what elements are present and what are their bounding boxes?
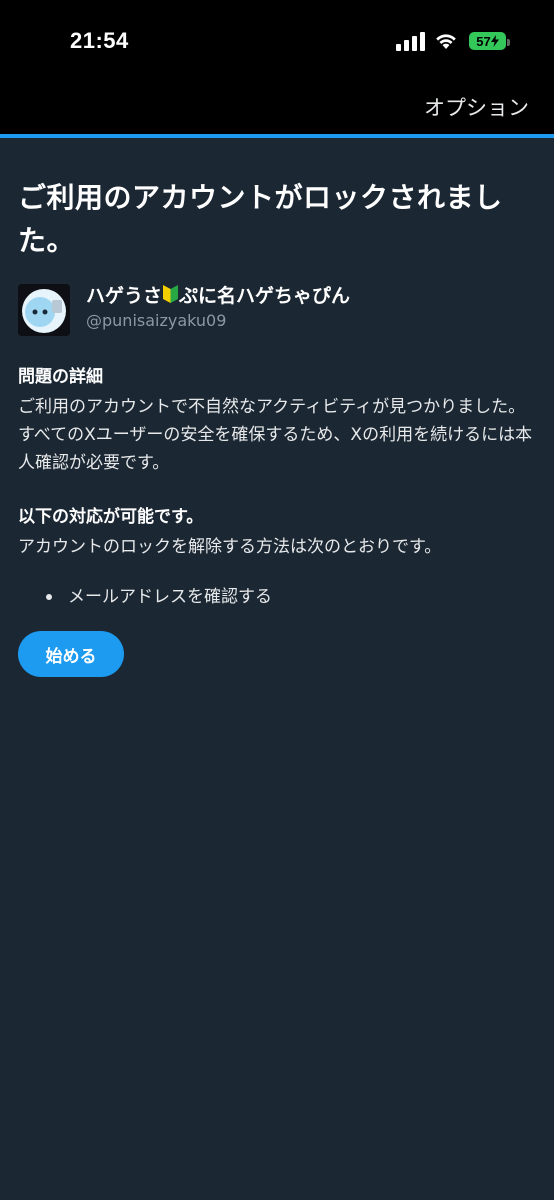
battery-level: 57 (476, 33, 491, 49)
page-title: ご利用のアカウントがロックされました。 (18, 181, 503, 257)
account-card: ハゲうさ ぷに名ハゲちゃぴん @punisaizyaku09 (18, 284, 538, 340)
signal-icon (396, 32, 425, 51)
username: @punisaizyaku09 (86, 311, 227, 330)
details-heading: 問題の詳細 (18, 367, 103, 387)
steps-list: メールアドレスを確認する (18, 583, 538, 611)
display-name-part2: ぷに名ハゲちゃぴん (179, 285, 351, 307)
bullet-icon (46, 594, 52, 600)
details-body: ご利用のアカウントで不自然なアクティビティが見つかりました。すべてのXユーザーの… (18, 397, 533, 473)
battery-nub (507, 39, 510, 46)
beginner-mark-icon (163, 285, 179, 303)
avatar-image (18, 284, 70, 336)
wifi-icon (436, 34, 456, 49)
avatar (18, 284, 70, 336)
top-nav-bar: オプション (0, 82, 554, 134)
list-item: メールアドレスを確認する (18, 583, 538, 611)
actions-body: アカウントのロックを解除する方法は次のとおりです。 (18, 537, 442, 557)
start-button[interactable]: 始める (18, 631, 124, 677)
status-bar: 21:54 57 (0, 0, 554, 82)
battery-charging-icon: 57 (469, 32, 510, 50)
display-name: ハゲうさ ぷに名ハゲちゃぴん (86, 284, 350, 308)
display-name-part1: ハゲうさ (86, 285, 163, 307)
status-time: 21:54 (70, 28, 129, 53)
options-link[interactable]: オプション (424, 92, 529, 122)
actions-heading: 以下の対応が可能です。 (18, 507, 204, 527)
charging-bolt-icon (490, 35, 499, 47)
main-content: ご利用のアカウントがロックされました。 ハゲうさ ぷに名ハゲちゃぴん @puni… (18, 138, 538, 677)
step-label: メールアドレスを確認する (68, 587, 272, 607)
